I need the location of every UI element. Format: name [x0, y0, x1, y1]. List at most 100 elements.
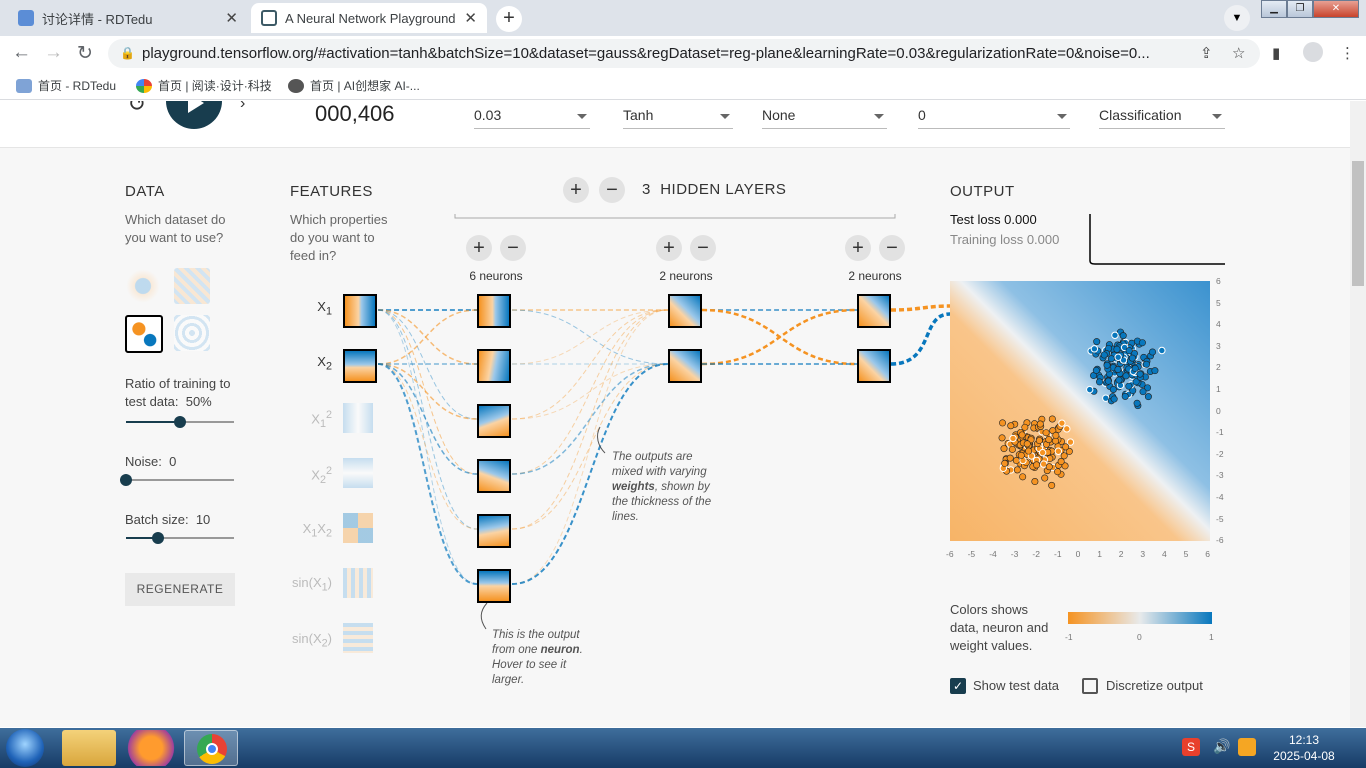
feature-label-x1-squared: X12 [311, 409, 332, 430]
neuron-l3-2[interactable] [857, 349, 891, 383]
data-point [1086, 385, 1094, 394]
neuron-l1-3[interactable] [477, 404, 511, 438]
url-field[interactable]: 🔒 playground.tensorflow.org/#activation=… [108, 39, 1260, 68]
x-axis-tick: -5 [967, 549, 976, 559]
remove-neuron-layer3-button[interactable]: − [879, 235, 905, 261]
tab-search-chevron-icon[interactable]: ▼ [1224, 5, 1250, 31]
data-point [1057, 458, 1065, 466]
x-axis-tick: -3 [1010, 549, 1019, 559]
loss-curve [1089, 214, 1225, 265]
feature-x2[interactable] [343, 349, 377, 383]
data-point [1025, 447, 1033, 455]
feature-x1x2[interactable] [343, 513, 373, 543]
x-axis-tick: 4 [1162, 549, 1167, 559]
back-arrow-icon[interactable]: ← [12, 42, 31, 64]
file-explorer-icon[interactable] [62, 730, 116, 766]
close-tab-icon[interactable]: ✕ [464, 9, 477, 27]
feature-sin-x2[interactable] [343, 623, 373, 653]
data-point [1149, 348, 1157, 356]
data-point [1125, 347, 1133, 355]
share-icon[interactable]: ⇪ [1200, 44, 1213, 62]
neuron-l1-1[interactable] [477, 294, 511, 328]
forward-arrow-icon[interactable]: → [44, 42, 63, 64]
neuron-l2-1[interactable] [668, 294, 702, 328]
start-button[interactable] [6, 729, 44, 767]
feature-sin-x1[interactable] [343, 568, 373, 598]
system-clock[interactable]: 12:13 2025-04-08 [1266, 732, 1342, 764]
decision-boundary-plot [950, 281, 1210, 541]
feature-x2-squared[interactable] [343, 458, 373, 488]
playground-page: ↺ › 000,406 0.03 Tanh None 0 Classificat… [0, 101, 1350, 727]
close-tab-icon[interactable]: ✕ [225, 9, 238, 27]
discretize-output-label: Discretize output [1106, 678, 1203, 693]
y-axis-tick: 4 [1216, 319, 1221, 330]
data-point [1063, 425, 1071, 433]
scrollbar-thumb[interactable] [1352, 161, 1364, 286]
data-point [1054, 447, 1063, 455]
bookmark-reading[interactable]: 首页 | 阅读·设计·科技 [136, 77, 272, 94]
tab-title: 讨论详情 - RDTedu [42, 11, 153, 27]
bookmark-ai[interactable]: 首页 | AI创想家 AI-... [288, 77, 420, 94]
y-axis-tick: 5 [1216, 297, 1221, 308]
reload-icon[interactable]: ↻ [77, 42, 93, 65]
weight-link [377, 309, 478, 530]
feature-label-x2: X2 [317, 354, 332, 373]
y-axis-tick: 6 [1216, 276, 1221, 286]
profile-avatar-icon[interactable] [1303, 42, 1323, 62]
feature-label-sin-x1: sin(X1) [292, 575, 332, 594]
remove-layer-button[interactable]: − [599, 177, 625, 203]
minimize-window-button[interactable]: ▁ [1261, 0, 1287, 18]
x-axis-tick: 3 [1140, 549, 1146, 559]
data-point [1009, 434, 1017, 443]
data-point [1114, 353, 1122, 361]
color-legend [1068, 612, 1212, 624]
page-scrollbar[interactable] [1350, 101, 1366, 727]
menu-dots-icon[interactable]: ⋮ [1340, 44, 1355, 62]
data-point [1048, 481, 1056, 489]
data-point [1133, 399, 1141, 407]
firefox-icon[interactable] [124, 730, 178, 766]
tray-app-icon[interactable]: S [1182, 738, 1200, 756]
discretize-output-checkbox[interactable] [1082, 678, 1098, 694]
y-axis-tick: 1 [1216, 384, 1221, 394]
neuron-l1-5[interactable] [477, 514, 511, 548]
tray-security-icon[interactable] [1238, 738, 1256, 756]
neuron-l1-6[interactable] [477, 569, 511, 603]
maximize-window-button[interactable]: ❐ [1287, 0, 1313, 18]
bookmark-rdtedu[interactable]: 首页 - RDTedu [16, 77, 116, 94]
hidden-layers-title: 3 HIDDEN LAYERS [642, 181, 786, 198]
tab-playground[interactable]: A Neural Network Playground ✕ [251, 3, 487, 33]
weight-link [511, 309, 669, 585]
side-panel-icon[interactable]: ▮ [1272, 44, 1280, 62]
x-axis-tick: 6 [1205, 549, 1210, 559]
tab-rdtedu[interactable]: 讨论详情 - RDTedu ✕ [8, 3, 248, 33]
bookmark-label: 首页 | AI创想家 AI-... [310, 79, 420, 93]
add-neuron-layer3-button[interactable]: + [845, 235, 871, 261]
neuron-l1-4[interactable] [477, 459, 511, 493]
data-point [1115, 376, 1123, 384]
neuron-l1-2[interactable] [477, 349, 511, 383]
add-neuron-layer1-button[interactable]: + [466, 235, 492, 261]
clock-date: 2025-04-08 [1273, 749, 1335, 763]
add-layer-button[interactable]: + [563, 177, 589, 203]
show-test-data-checkbox[interactable]: ✓ [950, 678, 966, 694]
remove-neuron-layer2-button[interactable]: − [690, 235, 716, 261]
data-point [1122, 372, 1130, 380]
bookmarks-bar: 首页 - RDTedu 首页 | 阅读·设计·科技 首页 | AI创想家 AI-… [0, 70, 1366, 100]
feature-x1-squared[interactable] [343, 403, 373, 433]
training-loss: Training loss 0.000 [950, 232, 1060, 247]
data-point [1007, 422, 1015, 430]
y-axis-tick: -6 [1216, 535, 1224, 546]
add-neuron-layer2-button[interactable]: + [656, 235, 682, 261]
feature-x1[interactable] [343, 294, 377, 328]
bookmark-star-icon[interactable]: ☆ [1232, 44, 1245, 62]
data-point [1038, 448, 1047, 457]
neuron-l2-2[interactable] [668, 349, 702, 383]
new-tab-button[interactable]: + [496, 6, 522, 32]
remove-neuron-layer1-button[interactable]: − [500, 235, 526, 261]
neuron-l3-1[interactable] [857, 294, 891, 328]
volume-icon[interactable]: 🔊 [1213, 738, 1230, 755]
data-point [1142, 360, 1150, 368]
chrome-taskbar-button[interactable] [184, 730, 238, 766]
close-window-button[interactable]: ✕ [1313, 0, 1359, 18]
